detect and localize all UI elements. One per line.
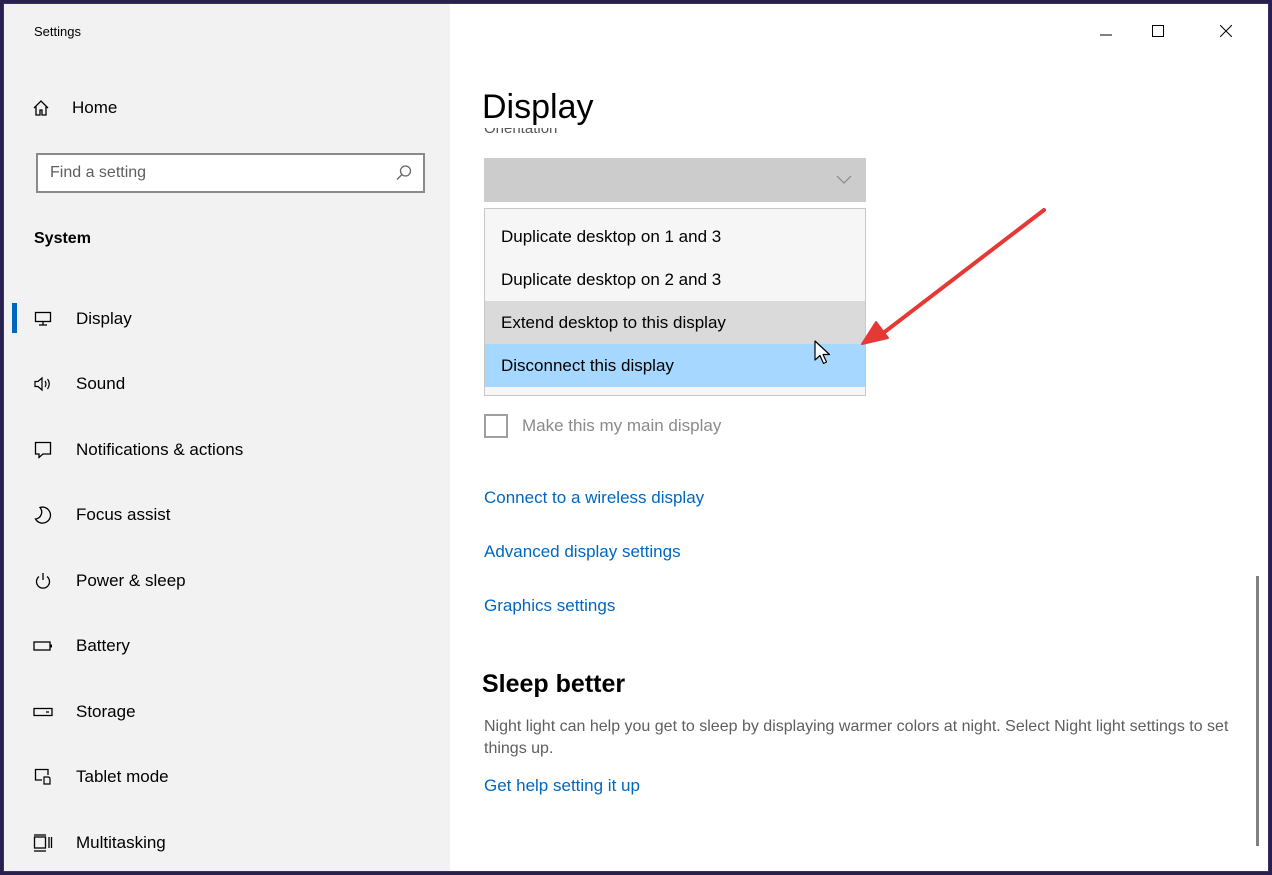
sidebar-item-sound[interactable]: Sound	[4, 352, 450, 418]
maximize-icon	[1152, 24, 1164, 42]
dropdown-option[interactable]: Disconnect this display	[485, 344, 865, 387]
orientation-label-text: Orientation	[484, 128, 558, 137]
page-title: Display	[482, 88, 594, 126]
dropdown-options-list: Duplicate desktop on 1 and 3 Duplicate d…	[484, 208, 866, 396]
app-title: Settings	[34, 24, 81, 39]
graphics-settings-link[interactable]: Graphics settings	[484, 596, 615, 616]
mouse-cursor-icon	[814, 340, 832, 371]
settings-window: Settings Home Find a setting System Disp…	[3, 3, 1269, 872]
sidebar-item-label: Sound	[76, 374, 126, 394]
sidebar-item-focus-assist[interactable]: Focus assist	[4, 483, 450, 549]
advanced-display-link[interactable]: Advanced display settings	[484, 542, 681, 562]
home-icon	[30, 99, 52, 117]
multitasking-icon	[32, 832, 54, 854]
sidebar-item-label: Storage	[76, 701, 136, 721]
search-input[interactable]: Find a setting	[36, 153, 425, 193]
dropdown-option[interactable]: Duplicate desktop on 1 and 3	[485, 215, 865, 258]
main-display-label: Make this my main display	[522, 416, 722, 435]
sidebar-item-label: Power & sleep	[76, 570, 186, 590]
wireless-display-link[interactable]: Connect to a wireless display	[484, 488, 704, 508]
sleep-better-title: Sleep better	[482, 670, 626, 698]
sidebar-item-label: Notifications & actions	[76, 439, 244, 459]
sidebar-item-label: Multitasking	[76, 832, 166, 852]
moon-icon	[32, 504, 54, 526]
sidebar-nav: Display Sound Notifications & actions Fo…	[4, 286, 450, 871]
option-label: Duplicate desktop on 1 and 3	[501, 226, 722, 246]
help-link[interactable]: Get help setting it up	[484, 776, 640, 796]
section-title: System	[34, 230, 91, 247]
sleep-better-description: Night light can help you get to sleep by…	[484, 718, 1229, 757]
close-button[interactable]	[1206, 18, 1246, 48]
battery-icon	[32, 635, 54, 657]
sidebar-item-display[interactable]: Display	[4, 286, 450, 352]
minimize-icon	[1100, 24, 1112, 42]
search-placeholder: Find a setting	[50, 164, 147, 181]
sidebar-item-battery[interactable]: Battery	[4, 614, 450, 680]
sidebar-item-storage[interactable]: Storage	[4, 679, 450, 745]
scrollbar-thumb[interactable]	[1256, 576, 1259, 846]
notification-icon	[32, 439, 54, 461]
maximize-button[interactable]	[1138, 18, 1178, 48]
sidebar: Settings Home Find a setting System Disp…	[4, 4, 450, 871]
speaker-icon	[32, 373, 54, 395]
sidebar-item-label: Tablet mode	[76, 767, 169, 787]
dropdown-option[interactable]: Extend desktop to this display	[485, 301, 865, 344]
chevron-down-icon	[836, 172, 852, 190]
close-icon	[1219, 24, 1233, 42]
monitor-icon	[32, 308, 54, 330]
sidebar-item-label: Focus assist	[76, 505, 171, 525]
sidebar-item-tablet-mode[interactable]: Tablet mode	[4, 745, 450, 811]
sidebar-item-label: Battery	[76, 636, 130, 656]
main-display-checkbox-row[interactable]: Make this my main display	[484, 414, 721, 438]
sidebar-item-label: Display	[76, 308, 132, 328]
option-label: Disconnect this display	[501, 355, 674, 375]
option-label: Extend desktop to this display	[501, 312, 726, 332]
power-icon	[32, 570, 54, 592]
sidebar-item-multitasking[interactable]: Multitasking	[4, 810, 450, 871]
option-label: Duplicate desktop on 2 and 3	[501, 269, 722, 289]
main-display-checkbox[interactable]	[484, 414, 508, 438]
tablet-mode-icon	[32, 766, 54, 788]
storage-icon	[32, 701, 54, 723]
sidebar-item-notifications[interactable]: Notifications & actions	[4, 417, 450, 483]
home-nav-item[interactable]: Home	[30, 98, 117, 118]
search-icon[interactable]	[395, 164, 413, 187]
dropdown-option[interactable]: Duplicate desktop on 2 and 3	[485, 258, 865, 301]
minimize-button[interactable]	[1086, 18, 1126, 48]
home-label: Home	[72, 98, 118, 117]
orientation-label: Orientation	[484, 128, 604, 137]
multiple-displays-dropdown[interactable]	[484, 158, 866, 202]
sidebar-item-power-sleep[interactable]: Power & sleep	[4, 548, 450, 614]
